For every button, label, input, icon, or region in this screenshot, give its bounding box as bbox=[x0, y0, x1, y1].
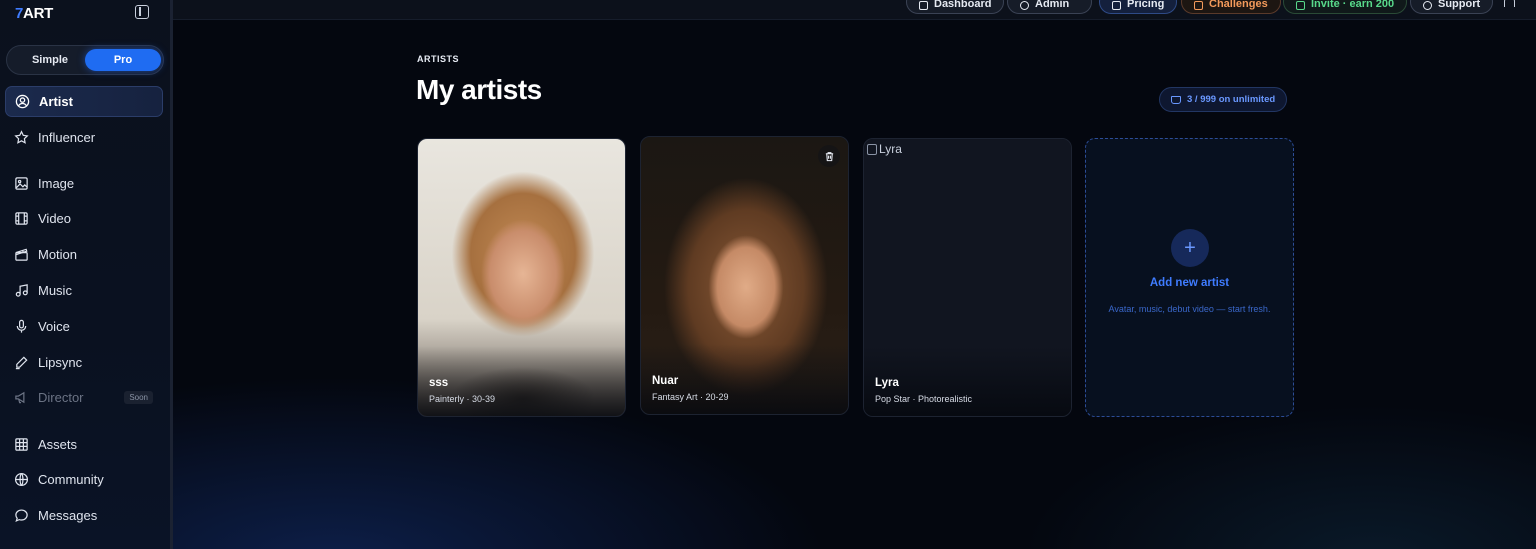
sidebar-item-label: Music bbox=[38, 283, 72, 298]
sidebar-item-image[interactable]: Image bbox=[5, 168, 163, 199]
bell-icon[interactable] bbox=[1504, 0, 1515, 7]
artist-card[interactable]: sss Painterly · 30-39 bbox=[417, 138, 626, 417]
sidebar-item-label: Motion bbox=[38, 247, 78, 262]
sidebar-item-community[interactable]: Community bbox=[5, 464, 163, 495]
admin-label: Admin bbox=[1035, 0, 1070, 10]
artist-card[interactable]: Nuar Fantasy Art · 20-29 bbox=[640, 136, 849, 415]
mode-toggle: Simple Pro bbox=[6, 45, 164, 75]
sidebar-item-label: Voice bbox=[38, 319, 70, 334]
add-artist-subtitle: Avatar, music, debut video — start fresh… bbox=[1108, 304, 1271, 314]
trash-icon bbox=[825, 151, 833, 161]
dashboard-button[interactable]: Dashboard bbox=[906, 0, 1005, 14]
sidebar-item-music[interactable]: Music bbox=[5, 275, 163, 306]
main-content: Dashboard Admin Pricing Challenges Invit… bbox=[173, 0, 1536, 549]
sidebar-item-label: Director bbox=[38, 390, 84, 405]
sidebar-item-messages[interactable]: Messages bbox=[5, 500, 163, 531]
sidebar-item-lipsync[interactable]: Lipsync bbox=[5, 347, 163, 378]
artist-name: sss bbox=[429, 377, 449, 389]
sidebar-item-label: Community bbox=[38, 472, 104, 487]
crown-icon bbox=[1171, 95, 1181, 104]
sidebar-item-motion[interactable]: Motion bbox=[5, 239, 163, 270]
pricing-button[interactable]: Pricing bbox=[1099, 0, 1178, 14]
invite-button[interactable]: Invite · earn 200 bbox=[1283, 0, 1408, 14]
sidebar-item-label: Image bbox=[38, 176, 75, 191]
image-icon bbox=[14, 176, 29, 191]
music-note-icon bbox=[14, 283, 29, 298]
challenges-label: Challenges bbox=[1209, 0, 1268, 10]
add-artist-card[interactable]: + Add new artist Avatar, music, debut vi… bbox=[1085, 138, 1294, 417]
page-title: My artists bbox=[416, 74, 542, 105]
sidebar-item-video[interactable]: Video bbox=[5, 203, 163, 234]
dashboard-icon bbox=[919, 1, 928, 10]
artist-name: Lyra bbox=[875, 377, 899, 389]
sidebar-item-label: Messages bbox=[38, 508, 98, 523]
sidebar-collapse-icon[interactable] bbox=[135, 5, 149, 19]
artist-meta: Pop Star · Photorealistic bbox=[875, 394, 973, 404]
sidebar-item-label: Video bbox=[38, 211, 72, 226]
sidebar-item-assets[interactable]: Assets bbox=[5, 429, 163, 460]
star-icon bbox=[14, 130, 29, 145]
user-circle-icon bbox=[15, 94, 30, 109]
dashboard-label: Dashboard bbox=[934, 0, 992, 10]
trophy-icon bbox=[1194, 1, 1203, 10]
support-button[interactable]: Support bbox=[1410, 0, 1494, 14]
mode-simple-button[interactable]: Simple bbox=[11, 49, 89, 71]
quota-badge: 3 / 999 on unlimited bbox=[1159, 87, 1288, 112]
soon-badge: Soon bbox=[124, 391, 153, 404]
sidebar-item-director: Director Soon bbox=[5, 382, 163, 413]
clapper-icon bbox=[14, 247, 29, 262]
broken-image: Lyra bbox=[867, 142, 902, 156]
sidebar-item-voice[interactable]: Voice bbox=[5, 311, 163, 342]
image-alt-text: Lyra bbox=[879, 142, 902, 156]
sidebar-item-label: Influencer bbox=[38, 130, 96, 145]
sidebar-item-influencer[interactable]: Influencer bbox=[5, 122, 163, 153]
sidebar: 7ART Simple Pro Artist Influencer Image … bbox=[0, 0, 173, 549]
sidebar-item-label: Artist bbox=[39, 94, 73, 109]
challenges-button[interactable]: Challenges bbox=[1181, 0, 1281, 14]
artist-card[interactable]: Lyra Lyra Pop Star · Photorealistic bbox=[863, 138, 1072, 417]
quota-label: 3 / 999 on unlimited bbox=[1187, 94, 1276, 105]
invite-label: Invite · earn 200 bbox=[1311, 0, 1395, 10]
film-icon bbox=[14, 211, 29, 226]
grid-icon bbox=[14, 437, 29, 452]
mode-pro-button[interactable]: Pro bbox=[85, 49, 161, 71]
plus-icon: + bbox=[1171, 229, 1209, 267]
gift-icon bbox=[1296, 1, 1305, 10]
top-bar: Dashboard Admin Pricing Challenges Invit… bbox=[173, 0, 1536, 20]
pen-icon bbox=[14, 355, 29, 370]
delete-artist-button[interactable] bbox=[818, 145, 840, 167]
sidebar-item-artist[interactable]: Artist bbox=[5, 86, 163, 117]
artist-meta: Fantasy Art · 20-29 bbox=[652, 392, 729, 402]
microphone-icon bbox=[14, 319, 29, 334]
sidebar-item-label: Lipsync bbox=[38, 355, 83, 370]
support-label: Support bbox=[1438, 0, 1481, 10]
broken-image-icon bbox=[867, 143, 877, 155]
artist-name: Nuar bbox=[652, 375, 679, 387]
page-eyebrow: ARTISTS bbox=[417, 54, 460, 64]
artist-meta: Painterly · 30-39 bbox=[429, 394, 496, 404]
add-artist-title: Add new artist bbox=[1149, 277, 1230, 289]
sidebar-item-label: Assets bbox=[38, 437, 78, 452]
brand-logo[interactable]: 7ART bbox=[15, 5, 53, 22]
shield-icon bbox=[1020, 1, 1029, 10]
megaphone-icon bbox=[14, 390, 29, 405]
card-shade bbox=[418, 346, 625, 416]
globe-icon bbox=[14, 472, 29, 487]
pricing-label: Pricing bbox=[1127, 0, 1165, 10]
admin-dropdown[interactable]: Admin bbox=[1007, 0, 1093, 14]
tag-icon bbox=[1112, 1, 1121, 10]
chat-bubble-icon bbox=[14, 508, 29, 523]
support-icon bbox=[1423, 1, 1432, 10]
